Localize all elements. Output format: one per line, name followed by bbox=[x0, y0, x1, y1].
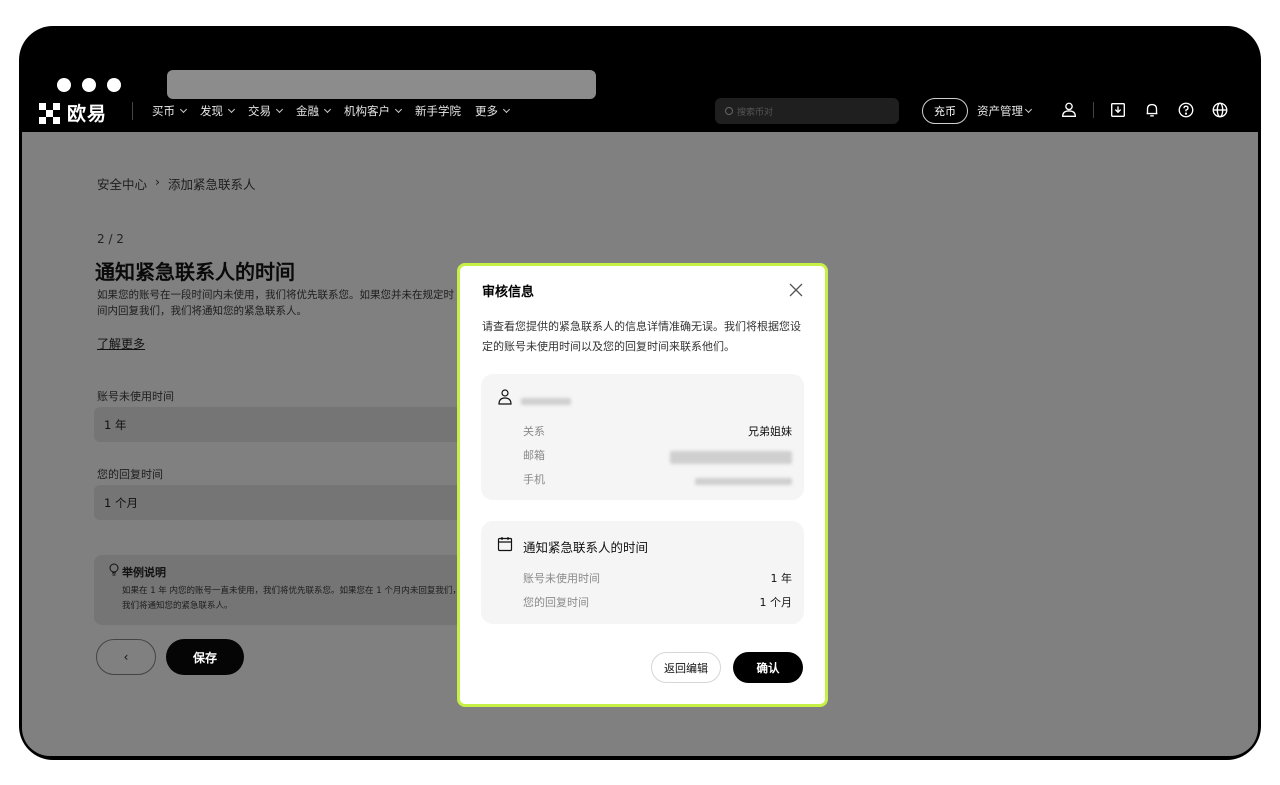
email-value-redacted bbox=[670, 451, 792, 464]
lightbulb-icon bbox=[109, 563, 119, 576]
chevron-down-icon bbox=[323, 105, 332, 114]
timing-title: 通知紧急联系人的时间 bbox=[523, 540, 649, 555]
contact-name-redacted bbox=[521, 398, 571, 405]
nav-icons bbox=[1059, 100, 1230, 120]
search-placeholder: 搜索币对 bbox=[737, 107, 774, 118]
chevron-down-icon bbox=[179, 105, 188, 114]
assets-label: 资产管理 bbox=[977, 104, 1023, 118]
user-icon[interactable] bbox=[1059, 100, 1079, 120]
download-icon[interactable] bbox=[1108, 100, 1128, 120]
breadcrumb-current: 添加紧急联系人 bbox=[168, 177, 256, 192]
chevron-down-icon bbox=[394, 105, 403, 114]
chevron-down-icon bbox=[275, 105, 284, 114]
relation-row: 关系 兄弟姐妹 bbox=[523, 423, 792, 439]
email-label: 邮箱 bbox=[523, 449, 545, 462]
chevron-down-icon bbox=[502, 105, 511, 114]
chevron-down-icon bbox=[227, 105, 236, 114]
phone-value-redacted bbox=[695, 478, 792, 485]
confirm-button[interactable]: 确认 bbox=[733, 652, 803, 683]
unused-time-label: 账号未使用时间 bbox=[97, 390, 174, 403]
example-box: 举例说明 如果在 1 年 内您的账号一直未使用，我们将优先联系您。如果您在 1 … bbox=[94, 555, 474, 625]
menu-discover[interactable]: 发现 bbox=[200, 103, 236, 119]
reply-time-row: 您的回复时间 1 个月 bbox=[523, 594, 792, 610]
logo[interactable]: 欧易 bbox=[39, 99, 107, 126]
help-icon[interactable] bbox=[1176, 100, 1196, 120]
icon-divider bbox=[1093, 102, 1094, 118]
menu-institutional[interactable]: 机构客户 bbox=[344, 103, 403, 119]
person-icon bbox=[498, 389, 512, 405]
logo-icon bbox=[39, 102, 61, 124]
nav-divider bbox=[132, 102, 133, 120]
timing-card: 通知紧急联系人的时间 账号未使用时间 1 年 您的回复时间 1 个月 bbox=[481, 521, 804, 624]
relation-label: 关系 bbox=[523, 425, 545, 438]
menu-buy-crypto[interactable]: 买币 bbox=[152, 103, 188, 119]
calendar-icon bbox=[497, 537, 513, 552]
reply-time-label: 您的回复时间 bbox=[523, 596, 589, 609]
reply-time-value: 1 个月 bbox=[759, 596, 793, 609]
menu-trade[interactable]: 交易 bbox=[248, 103, 284, 119]
example-text: 如果在 1 年 内您的账号一直未使用，我们将优先联系您。如果您在 1 个月内未回… bbox=[122, 586, 461, 611]
breadcrumb: 安全中心 › 添加紧急联系人 bbox=[97, 174, 256, 193]
modal-description: 请查看您提供的紧急联系人的信息详情准确无误。我们将根据您设定的账号未使用时间以及… bbox=[482, 320, 801, 353]
page-description: 如果您的账号在一段时间内未使用，我们将优先联系您。如果您并未在规定时间内回复我们… bbox=[97, 289, 454, 317]
top-nav: 欧易 买币 发现 交易 金融 机构客户 新手学院 更多 搜索币对 充币 资产管理 bbox=[19, 88, 1261, 132]
unused-time-row: 账号未使用时间 1 年 bbox=[523, 570, 792, 586]
step-indicator: 2 / 2 bbox=[97, 232, 124, 246]
page-title: 通知紧急联系人的时间 bbox=[95, 260, 295, 284]
assets-menu[interactable]: 资产管理 bbox=[977, 103, 1033, 119]
logo-text: 欧易 bbox=[67, 103, 108, 125]
review-modal: 审核信息 请查看您提供的紧急联系人的信息详情准确无误。我们将根据您设定的账号未使… bbox=[457, 263, 828, 707]
back-button[interactable]: ‹ bbox=[96, 639, 156, 675]
reply-time-select[interactable]: 1 个月 bbox=[94, 485, 474, 520]
relation-value: 兄弟姐妹 bbox=[748, 425, 792, 438]
globe-icon[interactable] bbox=[1210, 100, 1230, 120]
breadcrumb-separator: › bbox=[155, 174, 161, 189]
chevron-down-icon bbox=[1024, 105, 1033, 114]
contact-card: 关系 兄弟姐妹 邮箱 手机 bbox=[481, 374, 804, 500]
reply-time-label: 您的回复时间 bbox=[97, 468, 163, 481]
modal-actions: 返回编辑 确认 bbox=[651, 652, 803, 683]
modal-title: 审核信息 bbox=[482, 285, 535, 300]
menu-academy[interactable]: 新手学院 bbox=[415, 103, 461, 119]
phone-label: 手机 bbox=[523, 473, 545, 486]
back-to-edit-button[interactable]: 返回编辑 bbox=[651, 652, 721, 683]
bell-icon[interactable] bbox=[1142, 100, 1162, 120]
close-icon[interactable] bbox=[789, 283, 803, 297]
menu-more[interactable]: 更多 bbox=[475, 103, 511, 119]
search-icon bbox=[725, 107, 733, 115]
menu-finance[interactable]: 金融 bbox=[296, 103, 332, 119]
unused-time-select[interactable]: 1 年 bbox=[94, 407, 474, 442]
unused-time-label: 账号未使用时间 bbox=[523, 572, 600, 585]
breadcrumb-security-center[interactable]: 安全中心 bbox=[97, 174, 147, 193]
learn-more-link[interactable]: 了解更多 bbox=[97, 335, 145, 352]
deposit-button[interactable]: 充币 bbox=[922, 98, 968, 124]
search-input[interactable]: 搜索币对 bbox=[715, 98, 899, 124]
example-title: 举例说明 bbox=[122, 566, 166, 579]
unused-time-value: 1 年 bbox=[770, 572, 793, 585]
save-button[interactable]: 保存 bbox=[166, 639, 244, 675]
main-menu: 买币 发现 交易 金融 机构客户 新手学院 更多 bbox=[152, 103, 511, 119]
